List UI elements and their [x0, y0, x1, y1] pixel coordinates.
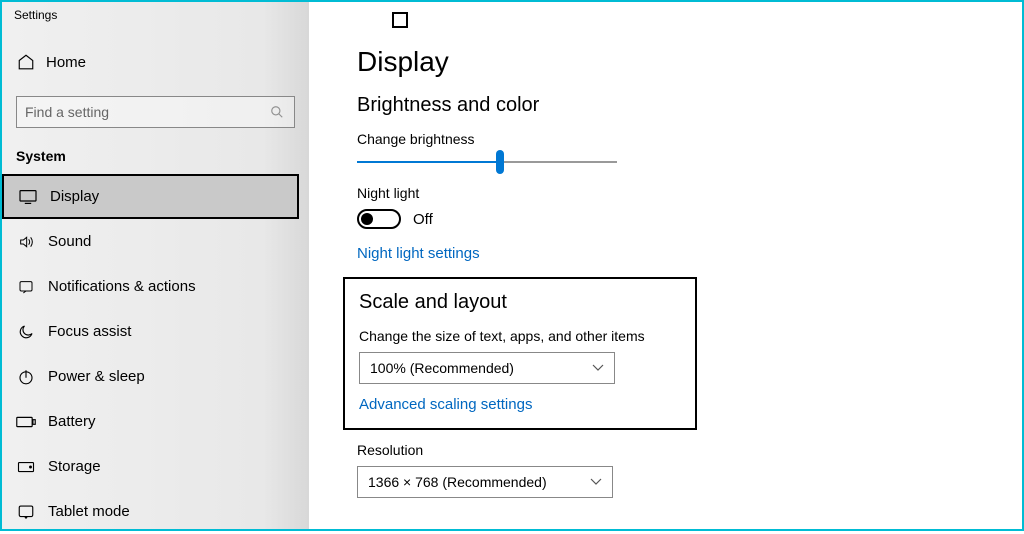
- storage-icon: [12, 460, 40, 474]
- home-nav[interactable]: Home: [2, 42, 309, 82]
- sidebar-item-notifications[interactable]: Notifications & actions: [2, 264, 309, 309]
- focus-assist-icon: [12, 323, 40, 341]
- resolution-dropdown[interactable]: 1366 × 768 (Recommended): [357, 466, 613, 498]
- night-light-settings-link[interactable]: Night light settings: [357, 245, 480, 262]
- power-icon: [12, 368, 40, 386]
- text-size-dropdown[interactable]: 100% (Recommended): [359, 352, 615, 384]
- sidebar-item-storage[interactable]: Storage: [2, 444, 309, 489]
- sidebar-item-label: Battery: [40, 413, 96, 430]
- brightness-slider-thumb[interactable]: [496, 150, 504, 174]
- sidebar-item-battery[interactable]: Battery: [2, 399, 309, 444]
- sidebar-item-label: Notifications & actions: [40, 278, 196, 295]
- search-icon: [270, 105, 286, 119]
- sidebar-item-focus[interactable]: Focus assist: [2, 309, 309, 354]
- display-icon: [14, 189, 42, 205]
- category-header: System: [2, 146, 309, 174]
- text-size-value: 100% (Recommended): [370, 360, 514, 376]
- search-input[interactable]: [25, 104, 270, 120]
- brightness-label: Change brightness: [357, 131, 1002, 147]
- settings-sidebar: Settings Home System Display: [2, 2, 309, 529]
- night-light-label: Night light: [357, 185, 1002, 201]
- sidebar-item-power[interactable]: Power & sleep: [2, 354, 309, 399]
- chevron-down-icon: [592, 364, 604, 372]
- notifications-icon: [12, 279, 40, 295]
- search-box[interactable]: [16, 96, 295, 128]
- battery-icon: [12, 416, 40, 428]
- tablet-icon: [12, 504, 40, 520]
- brightness-slider-fill: [357, 161, 500, 163]
- brightness-slider[interactable]: [357, 161, 617, 163]
- sidebar-item-sound[interactable]: Sound: [2, 219, 309, 264]
- home-label: Home: [40, 54, 86, 71]
- section-scale-title: Scale and layout: [359, 291, 681, 314]
- chevron-down-icon: [590, 478, 602, 486]
- sidebar-item-label: Storage: [40, 458, 101, 475]
- sidebar-item-tablet[interactable]: Tablet mode: [2, 489, 309, 534]
- toggle-knob: [361, 213, 373, 225]
- text-size-label: Change the size of text, apps, and other…: [359, 328, 681, 344]
- sidebar-item-label: Focus assist: [40, 323, 131, 340]
- night-light-state: Off: [413, 211, 433, 228]
- sidebar-item-label: Tablet mode: [40, 503, 130, 520]
- sidebar-item-display[interactable]: Display: [2, 174, 299, 219]
- sidebar-item-label: Power & sleep: [40, 368, 145, 385]
- sidebar-item-label: Display: [42, 188, 99, 205]
- sidebar-item-label: Sound: [40, 233, 91, 250]
- content-pane: Display Brightness and color Change brig…: [327, 2, 1022, 529]
- sound-icon: [12, 234, 40, 250]
- section-brightness-title: Brightness and color: [357, 94, 1002, 117]
- resolution-label: Resolution: [357, 442, 1002, 458]
- night-light-toggle[interactable]: [357, 209, 401, 229]
- maximize-icon[interactable]: [392, 12, 408, 28]
- home-icon: [12, 53, 40, 71]
- resolution-value: 1366 × 768 (Recommended): [368, 474, 547, 490]
- page-title: Display: [357, 46, 1002, 78]
- app-title: Settings: [2, 6, 309, 36]
- advanced-scaling-link[interactable]: Advanced scaling settings: [359, 396, 532, 413]
- scale-layout-highlight: Scale and layout Change the size of text…: [343, 277, 697, 430]
